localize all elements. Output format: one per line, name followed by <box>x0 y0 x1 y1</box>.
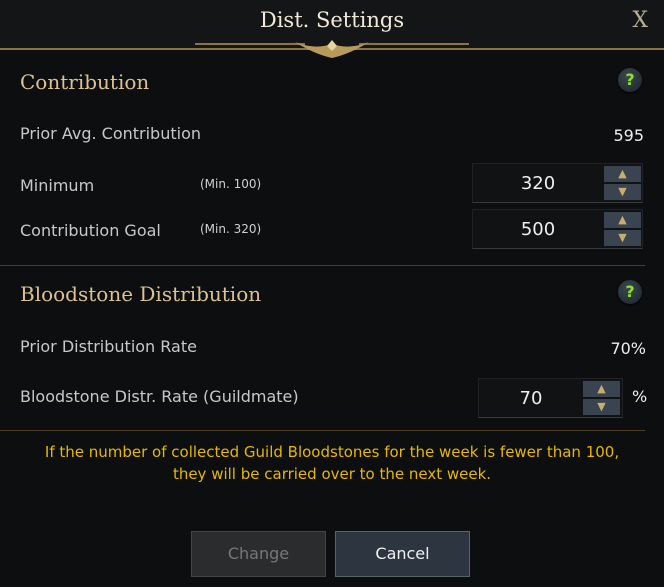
help-icon[interactable]: ? <box>618 68 642 92</box>
minimum-input[interactable]: 320 <box>473 173 603 194</box>
goal-down-icon[interactable]: ▼ <box>604 230 641 246</box>
minimum-down-icon[interactable]: ▼ <box>604 184 641 200</box>
contribution-goal-label: Contribution Goal <box>20 221 161 240</box>
contribution-heading: Contribution <box>20 70 150 94</box>
distribution-rate-input[interactable]: 70 <box>479 388 583 409</box>
contribution-goal-hint: (Min. 320) <box>200 222 262 236</box>
dialog-title: Dist. Settings <box>259 8 405 32</box>
cancel-button[interactable]: Cancel <box>335 531 470 577</box>
distribution-rate-stepper[interactable]: 70 ▲ ▼ <box>478 378 623 418</box>
goal-up-icon[interactable]: ▲ <box>604 212 641 228</box>
carryover-notice: If the number of collected Guild Bloodst… <box>44 443 620 483</box>
rate-up-icon[interactable]: ▲ <box>583 381 620 397</box>
help-icon[interactable]: ? <box>618 280 642 304</box>
bloodstone-heading: Bloodstone Distribution <box>20 282 262 306</box>
minimum-up-icon[interactable]: ▲ <box>604 166 641 182</box>
close-button[interactable]: X <box>632 8 648 33</box>
minimum-stepper[interactable]: 320 ▲ ▼ <box>472 163 643 203</box>
rate-unit: % <box>632 387 648 406</box>
contribution-goal-stepper[interactable]: 500 ▲ ▼ <box>472 209 643 249</box>
prior-avg-contribution-label: Prior Avg. Contribution <box>20 124 201 143</box>
minimum-hint: (Min. 100) <box>200 177 262 191</box>
distribution-rate-label: Bloodstone Distr. Rate (Guildmate) <box>20 387 299 406</box>
ornament-icon <box>195 40 469 58</box>
prior-avg-contribution-value: 595 <box>613 126 644 145</box>
prior-distribution-rate-value: 70% <box>610 339 646 358</box>
minimum-label: Minimum <box>20 176 95 195</box>
contribution-goal-input[interactable]: 500 <box>473 219 603 240</box>
section-divider <box>0 265 645 266</box>
section-divider <box>0 430 645 431</box>
change-button[interactable]: Change <box>191 531 326 577</box>
prior-distribution-rate-label: Prior Distribution Rate <box>20 337 197 356</box>
rate-down-icon[interactable]: ▼ <box>583 399 620 415</box>
